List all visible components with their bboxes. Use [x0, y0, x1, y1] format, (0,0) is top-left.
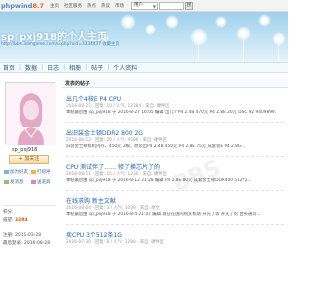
stem-decoration: [198, 42, 199, 62]
nav-data[interactable]: 数据: [22, 63, 40, 72]
add-friend-label: 加为好友: [10, 170, 28, 175]
gift-tool-link[interactable]: 送道具: [31, 179, 51, 185]
logo[interactable]: phpwind8.7: [1, 2, 44, 10]
watermark: BBS: [169, 155, 225, 198]
top-nav-hot[interactable]: 热点: [87, 3, 96, 9]
stat-last-login-label: 最后登录:: [3, 241, 23, 246]
post-meta: 2016-07-30 · 回复: 8 / 人气: 1280 · 来自: 硬件区: [66, 240, 165, 245]
nav-posts[interactable]: 帖子: [88, 63, 106, 72]
stat-registered-value: 2011-03-28: [14, 233, 42, 238]
post-excerpt: 本帖最后由 sp_pxj918 于 2016-8-4 21:07 编辑 现在在国…: [66, 212, 261, 217]
nav-diary[interactable]: 日志: [44, 63, 62, 72]
post-excerpt: 本帖最后由 sp_pxj918 于 2016-8-27 16:05 编辑 出几个…: [66, 110, 277, 115]
post-meta: 2016-08-04 · 回复: 3 / 人气: 1039 · 来自: 原文: [66, 206, 160, 211]
nav-album[interactable]: 相册: [66, 63, 84, 72]
user-add-icon: [4, 169, 9, 174]
post-title[interactable]: 卖CPU 3个512条1G: [66, 230, 122, 239]
post-title[interactable]: 在线求购 新主文献: [66, 196, 116, 205]
chevron-down-icon: ▼: [152, 3, 156, 9]
nav-home[interactable]: 首页: [0, 63, 18, 72]
search-type-value: 用户: [133, 2, 143, 8]
posts-heading-label: 发表的帖子: [65, 81, 91, 87]
search-type-select[interactable]: 用户 ▼: [130, 1, 158, 10]
stat-last-login-value: 2016-08-28: [23, 241, 51, 246]
stat-registered-label: 注册:: [3, 233, 14, 238]
stem-decoration: [278, 44, 279, 62]
post-meta: 2016-08-27 · 回复: 10 / 人气: 12384 · 来自: 硬件…: [66, 104, 170, 109]
logo-text: phpwind: [1, 1, 33, 10]
space-nav: 首页 | 数据 | 日志 | 相册 | 帖子 | 个人资料: [0, 62, 288, 73]
post-divider: [66, 122, 284, 123]
top-nav-discuss[interactable]: 热议: [101, 3, 110, 9]
post-meta: 2016-08-11 · 回复: 15 / 人气: 1230 · 来自: 硬件区: [66, 172, 167, 177]
post-title[interactable]: 出几个4核E P4 CPU: [66, 94, 121, 103]
posts-heading: 发表的帖子: [62, 78, 288, 88]
username: sp_pxj918: [12, 147, 38, 153]
top-nav-market[interactable]: 市场: [115, 3, 124, 9]
posts-panel: 发表的帖子 出几个4核E P4 CPU 2016-08-27 · 回复: 10 …: [62, 78, 288, 288]
post-divider: [66, 156, 284, 157]
dandelion-decoration: [165, 15, 179, 29]
greet-label: 打招呼: [37, 170, 51, 175]
stat-registered: 注册: 2011-03-28: [3, 232, 41, 238]
send-message-link[interactable]: 发消息: [4, 179, 24, 185]
space-banner: sp_pxj918的个人主页 http://bbs.3dmgame.com/u.…: [0, 12, 288, 62]
logo-version: 8.7: [32, 1, 44, 10]
search-input[interactable]: [158, 1, 184, 10]
post-title[interactable]: CPU 测试伴了…… 修了换芯片了的: [66, 162, 160, 171]
greet-link[interactable]: 打招呼: [31, 169, 51, 175]
stat-prestige-label: 威望:: [3, 218, 14, 223]
search-button[interactable]: 搜: [184, 1, 193, 10]
top-nav-home[interactable]: 主页: [50, 3, 59, 9]
post-title[interactable]: 出旧装金士顿DDR2 800 2G: [66, 128, 143, 137]
gift-tool-label: 送道具: [37, 180, 51, 185]
top-nav-service[interactable]: 社区服务: [64, 3, 82, 9]
envelope-icon: [4, 179, 9, 184]
stat-points-label: 积分:: [3, 210, 14, 215]
post-meta: 2016-08-12 · 回复: 20 / 人气: 4506 · 来自: 硬件区: [66, 138, 167, 143]
avatar[interactable]: [5, 82, 56, 145]
stat-last-login: 最后登录: 2016-08-28: [3, 240, 50, 246]
stem-decoration: [243, 39, 244, 62]
post-divider: [66, 224, 284, 225]
nav-profile[interactable]: 个人资料: [110, 63, 140, 72]
post-excerpt: 旧装金士顿拆机内存，450元 2根，原装出P4 2.4B 450元 P4 2.8…: [66, 144, 246, 149]
dandelion-decoration: [190, 28, 208, 46]
add-friend-link[interactable]: 加为好友: [4, 169, 28, 175]
wave-icon: [31, 169, 36, 174]
default-avatar-icon: [6, 83, 56, 145]
stat-prestige-value: 3284: [14, 218, 28, 223]
follow-button-label: 加关注: [24, 156, 40, 162]
send-message-label: 发消息: [10, 180, 24, 185]
stat-points: 积分:: [3, 209, 14, 215]
dandelion-decoration: [258, 14, 271, 27]
dandelion-decoration: [120, 14, 136, 30]
profile-sidebar: sp_pxj918 + 加关注 加为好友 打招呼 发消息 送道具 积分: 威望:…: [0, 78, 58, 288]
dandelion-decoration: [215, 16, 227, 28]
dandelion-decoration: [145, 24, 156, 35]
top-nav: 主页 社区服务 热点 热议 市场: [50, 3, 129, 9]
stat-prestige: 威望: 3284: [3, 217, 28, 223]
space-url[interactable]: http://bbs.3dmgame.com/u.php?uid=3334437…: [1, 41, 120, 47]
top-bar: phpwind8.7 主页 社区服务 热点 热议 市场 用户 ▼ 搜: [0, 0, 288, 12]
dandelion-decoration: [272, 32, 286, 46]
follow-button[interactable]: + 加关注: [9, 155, 49, 164]
gift-icon: [31, 179, 36, 184]
